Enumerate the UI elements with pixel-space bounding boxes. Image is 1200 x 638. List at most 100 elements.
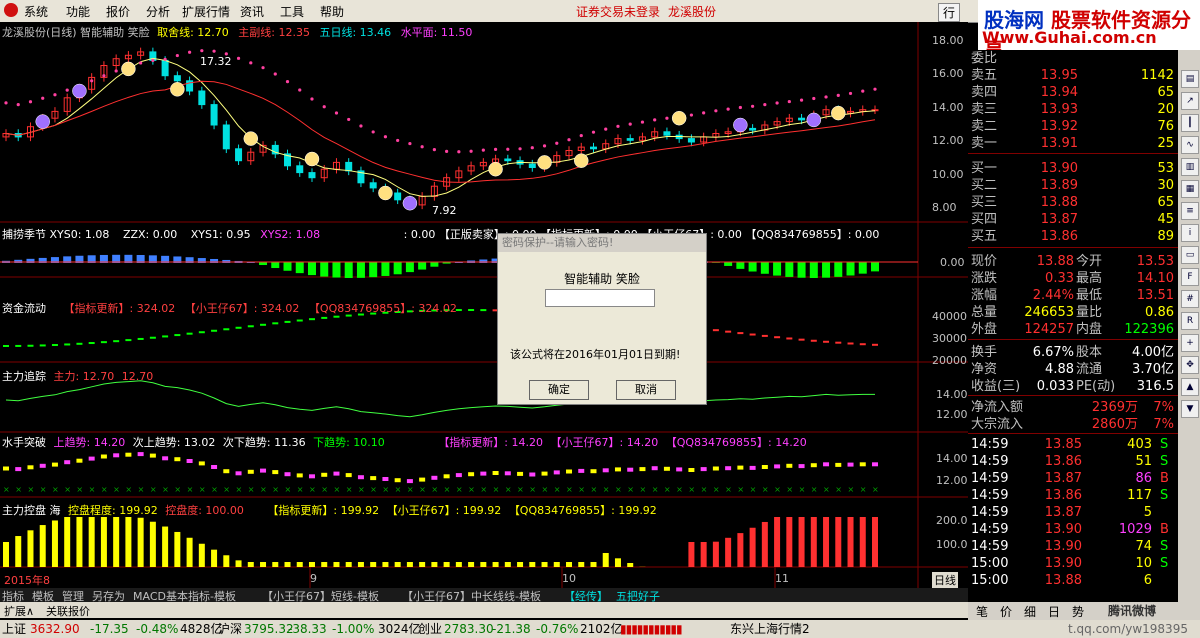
band-marker xyxy=(872,462,878,467)
status-bar: 上证 3632.90 -17.35 -0.48% 4828亿 沪深 3795.3… xyxy=(0,620,1200,638)
band-marker xyxy=(88,456,95,461)
quote-label-2: 今开 xyxy=(1076,254,1103,269)
menu-item-help[interactable]: 帮助 xyxy=(320,3,344,20)
toolbar-trend-icon[interactable]: ∿ xyxy=(1181,136,1199,154)
menu-item-function[interactable]: 功能 xyxy=(66,3,90,20)
resistance-dot xyxy=(457,150,461,154)
ask-volume: 25 xyxy=(1157,136,1174,151)
cross-marker: × xyxy=(358,485,365,494)
control-bar xyxy=(211,549,218,567)
ytick-main: 18.00 xyxy=(932,34,964,47)
tick-volume: 74 xyxy=(1135,539,1152,554)
toolbar-grid-icon[interactable]: ▦ xyxy=(1181,180,1199,198)
menu-item-tools[interactable]: 工具 xyxy=(280,3,304,20)
cancel-button[interactable]: 取消 xyxy=(616,380,676,400)
resistance-dot xyxy=(359,124,363,128)
control-bar xyxy=(76,517,83,567)
band-marker xyxy=(504,471,511,476)
tab-trend[interactable]: 势 xyxy=(1072,603,1084,620)
cross-marker: × xyxy=(52,485,59,494)
control-bar xyxy=(712,541,719,567)
menu-item-news[interactable]: 资讯 xyxy=(240,3,264,20)
toolbar-zoom-icon[interactable]: + xyxy=(1181,334,1199,352)
cross-marker: × xyxy=(750,485,757,494)
menu-item-ext-market[interactable]: 扩展行情 xyxy=(182,3,230,20)
toolbar-bars-icon[interactable]: ▥ xyxy=(1181,158,1199,176)
ask-price: 13.92 xyxy=(1040,119,1078,134)
menu-item-quote[interactable]: 报价 xyxy=(106,3,130,20)
cross-marker: × xyxy=(701,485,708,494)
fundamental-label: 换手 xyxy=(971,345,998,360)
toolbar-quote-icon[interactable]: ▤ xyxy=(1181,70,1199,88)
index-sz-label[interactable]: 沪深 xyxy=(218,620,242,638)
toolbar-move-icon[interactable]: ✥ xyxy=(1181,356,1199,374)
control-bar xyxy=(223,555,230,567)
control-bar xyxy=(272,562,279,567)
band-marker xyxy=(296,473,303,478)
flow-dot xyxy=(211,329,218,332)
market-server[interactable]: 东兴上海行情2 xyxy=(730,620,810,638)
password-input[interactable] xyxy=(545,289,655,307)
flow-dot xyxy=(3,345,9,347)
quote-tab[interactable]: 行 xyxy=(938,3,961,22)
tab-related-quotes[interactable]: 关联报价 xyxy=(46,603,90,619)
toolbar-up-icon[interactable]: ▲ xyxy=(1181,378,1199,396)
toolbar-f10-icon[interactable]: F xyxy=(1181,268,1199,286)
toolbar-info-icon[interactable]: i xyxy=(1181,224,1199,242)
index-sh-change: -17.35 xyxy=(90,622,129,636)
tick-time: 15:00 xyxy=(971,556,1009,571)
toolbar-calc-icon[interactable]: # xyxy=(1181,290,1199,308)
tick-price: 13.90 xyxy=(1044,556,1082,571)
menu-item-system[interactable]: 系统 xyxy=(24,3,48,20)
band-marker xyxy=(235,471,242,476)
control-bar xyxy=(357,562,364,567)
toolbar-list-icon[interactable]: ≡ xyxy=(1181,202,1199,220)
period-selector[interactable]: 日线 xyxy=(932,572,958,588)
ytick-main: 14.00 xyxy=(932,101,964,114)
control-bar xyxy=(541,562,548,567)
ask-volume: 1142 xyxy=(1140,68,1174,83)
band-marker xyxy=(223,469,230,474)
resistance-dot xyxy=(726,107,730,111)
tick-price: 13.88 xyxy=(1044,573,1082,588)
control-bar xyxy=(370,562,377,567)
resistance-dot xyxy=(408,141,412,146)
bid-price: 13.86 xyxy=(1040,229,1078,244)
ask-label: 卖一 xyxy=(971,136,998,151)
tab-expand[interactable]: 扩展∧ xyxy=(4,603,34,619)
toolbar-rsi-icon[interactable]: R xyxy=(1181,312,1199,330)
index-cy-label[interactable]: 创业 xyxy=(418,620,442,638)
toolbar-chart-icon[interactable]: ↗ xyxy=(1181,92,1199,110)
flow-dot xyxy=(198,331,205,334)
smiley-icon xyxy=(35,114,50,129)
resistance-dot xyxy=(702,111,706,115)
resistance-dot xyxy=(212,49,216,53)
ok-button[interactable]: 确定 xyxy=(529,380,589,400)
quote-label-2: 最高 xyxy=(1076,271,1103,286)
histogram-bar xyxy=(858,262,867,274)
pane4-title-1: 主力: 12.70 xyxy=(53,370,115,383)
login-notice[interactable]: 证券交易未登录 xyxy=(576,3,660,20)
control-bar xyxy=(64,517,71,567)
tab-detail[interactable]: 细 xyxy=(1024,603,1036,620)
chart-area[interactable]: × × × × × × × × × × × × × × × × × × × × × × × × × × × × × × × × × × × × × × × ×… xyxy=(0,22,968,590)
toolbar-window-icon[interactable]: ▭ xyxy=(1181,246,1199,264)
weibo-url: t.qq.com/yw198395 xyxy=(1068,622,1188,636)
toolbar-down-icon[interactable]: ▼ xyxy=(1181,400,1199,418)
pane5-title-7: 【QQ834769855】: 14.20 xyxy=(665,436,807,449)
tick-row: 15:00 13.90 10 S xyxy=(968,555,1178,572)
flow-dot xyxy=(15,344,22,347)
tab-day[interactable]: 日 xyxy=(1048,603,1060,620)
menu-item-analysis[interactable]: 分析 xyxy=(146,3,170,20)
toolbar-kline-icon[interactable]: ┃ xyxy=(1181,114,1199,132)
control-bar xyxy=(443,562,450,567)
tab-price[interactable]: 价 xyxy=(1000,603,1012,620)
histogram-bar xyxy=(344,262,353,278)
band-marker xyxy=(394,478,401,483)
flow-dot xyxy=(810,339,817,342)
quote-label-2: 最低 xyxy=(1076,288,1103,303)
tab-trades[interactable]: 笔 xyxy=(976,603,988,620)
control-bar xyxy=(737,533,744,567)
index-sh-label[interactable]: 上证 xyxy=(2,620,26,638)
tick-volume: 5 xyxy=(1143,505,1152,520)
